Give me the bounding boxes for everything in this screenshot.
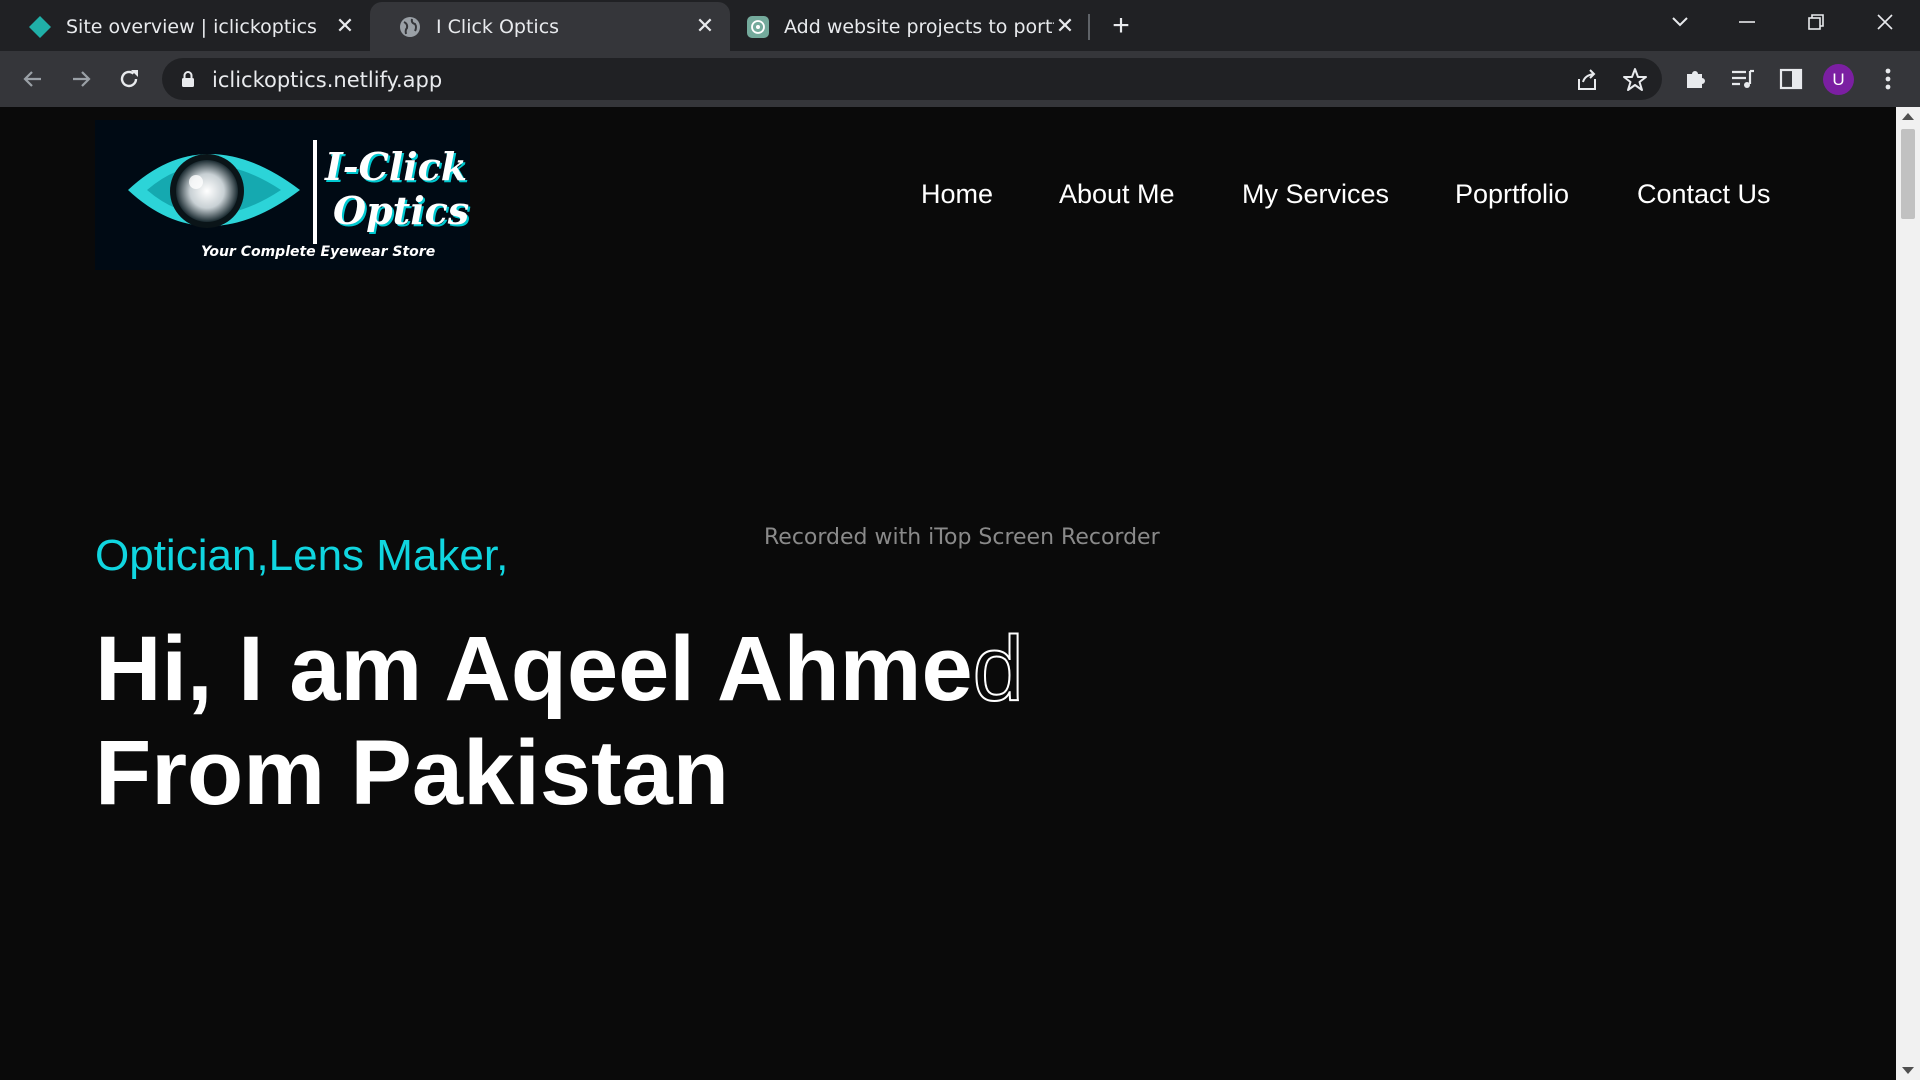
lock-icon[interactable] xyxy=(180,70,196,88)
tab-site-overview[interactable]: Site overview | iclickoptics ✕ xyxy=(0,2,370,51)
tab-strip: Site overview | iclickoptics ✕ I Click O… xyxy=(0,0,1920,51)
tab-title: Add website projects to portfolio xyxy=(784,15,1054,38)
tab-search-chevron-icon[interactable] xyxy=(1658,6,1702,38)
url-text: iclickoptics.netlify.app xyxy=(212,68,443,92)
page-scrollbar[interactable] xyxy=(1896,107,1920,1080)
menu-kebab-icon[interactable] xyxy=(1873,64,1903,94)
logo-tagline: Your Complete Eyewear Store xyxy=(201,244,436,260)
extensions-puzzle-icon[interactable] xyxy=(1680,64,1710,94)
media-playlist-icon[interactable] xyxy=(1728,64,1758,94)
nav-home[interactable]: Home xyxy=(921,179,993,210)
nav-contact-us[interactable]: Contact Us xyxy=(1637,179,1771,210)
reload-button[interactable] xyxy=(110,60,148,98)
page-viewport: I-Click Optics Your Complete Eyewear Sto… xyxy=(0,107,1896,1080)
scrollbar-thumb[interactable] xyxy=(1901,129,1915,219)
close-window-button[interactable] xyxy=(1863,6,1907,38)
profile-avatar[interactable]: U xyxy=(1823,64,1854,95)
headline-line1: Hi, I am Aqeel Ahmed xyxy=(95,617,1025,721)
scroll-up-arrow-icon[interactable] xyxy=(1902,113,1914,120)
nav-my-services[interactable]: My Services xyxy=(1242,179,1389,210)
close-tab-icon[interactable]: ✕ xyxy=(1054,15,1076,38)
back-arrow-icon xyxy=(23,71,41,87)
headline-line2: From Pakistan xyxy=(95,722,729,824)
tab-chatgpt[interactable]: Add website projects to portfolio ✕ xyxy=(730,2,1090,51)
typing-cursor-char: d xyxy=(972,617,1025,721)
reload-icon xyxy=(120,70,138,88)
minimize-button[interactable] xyxy=(1725,6,1769,38)
nav-about-me[interactable]: About Me xyxy=(1059,179,1175,210)
close-tab-icon[interactable]: ✕ xyxy=(694,15,716,38)
hero-headline: Hi, I am Aqeel Ahmed From Pakistan xyxy=(95,617,1025,825)
hero-roles-text: Optician,Lens Maker, xyxy=(95,531,509,580)
forward-arrow-icon xyxy=(73,71,91,87)
nav-portfolio[interactable]: Poprtfolio xyxy=(1455,179,1569,210)
logo-title-line1: I-Click xyxy=(325,144,468,189)
globe-icon xyxy=(400,16,420,37)
side-panel-icon[interactable] xyxy=(1776,64,1806,94)
tab-title: I Click Optics xyxy=(436,15,560,38)
tab-i-click-optics[interactable]: I Click Optics ✕ xyxy=(370,2,730,51)
logo-title-line2: Optics xyxy=(333,188,470,233)
bookmark-star-icon[interactable] xyxy=(1622,67,1648,93)
address-bar[interactable]: iclickoptics.netlify.app xyxy=(162,58,1662,100)
new-tab-button[interactable]: + xyxy=(1104,10,1138,44)
share-icon[interactable] xyxy=(1574,67,1600,93)
forward-button[interactable] xyxy=(62,60,100,98)
recorder-watermark: Recorded with iTop Screen Recorder xyxy=(764,525,1160,550)
close-tab-icon[interactable]: ✕ xyxy=(334,15,356,38)
browser-toolbar: iclickoptics.netlify.app U xyxy=(0,51,1920,107)
site-logo[interactable]: I-Click Optics Your Complete Eyewear Sto… xyxy=(95,120,470,270)
restore-button[interactable] xyxy=(1794,6,1838,38)
back-button[interactable] xyxy=(14,60,52,98)
tab-separator xyxy=(1088,14,1090,40)
scroll-down-arrow-icon[interactable] xyxy=(1902,1067,1914,1074)
headline-line1-text: Hi, I am Aqeel Ahme xyxy=(95,618,973,720)
tab-title: Site overview | iclickoptics xyxy=(66,15,317,38)
netlify-diamond-icon xyxy=(29,15,51,38)
browser-chrome: Site overview | iclickoptics ✕ I Click O… xyxy=(0,0,1920,107)
chatgpt-icon xyxy=(747,15,769,38)
